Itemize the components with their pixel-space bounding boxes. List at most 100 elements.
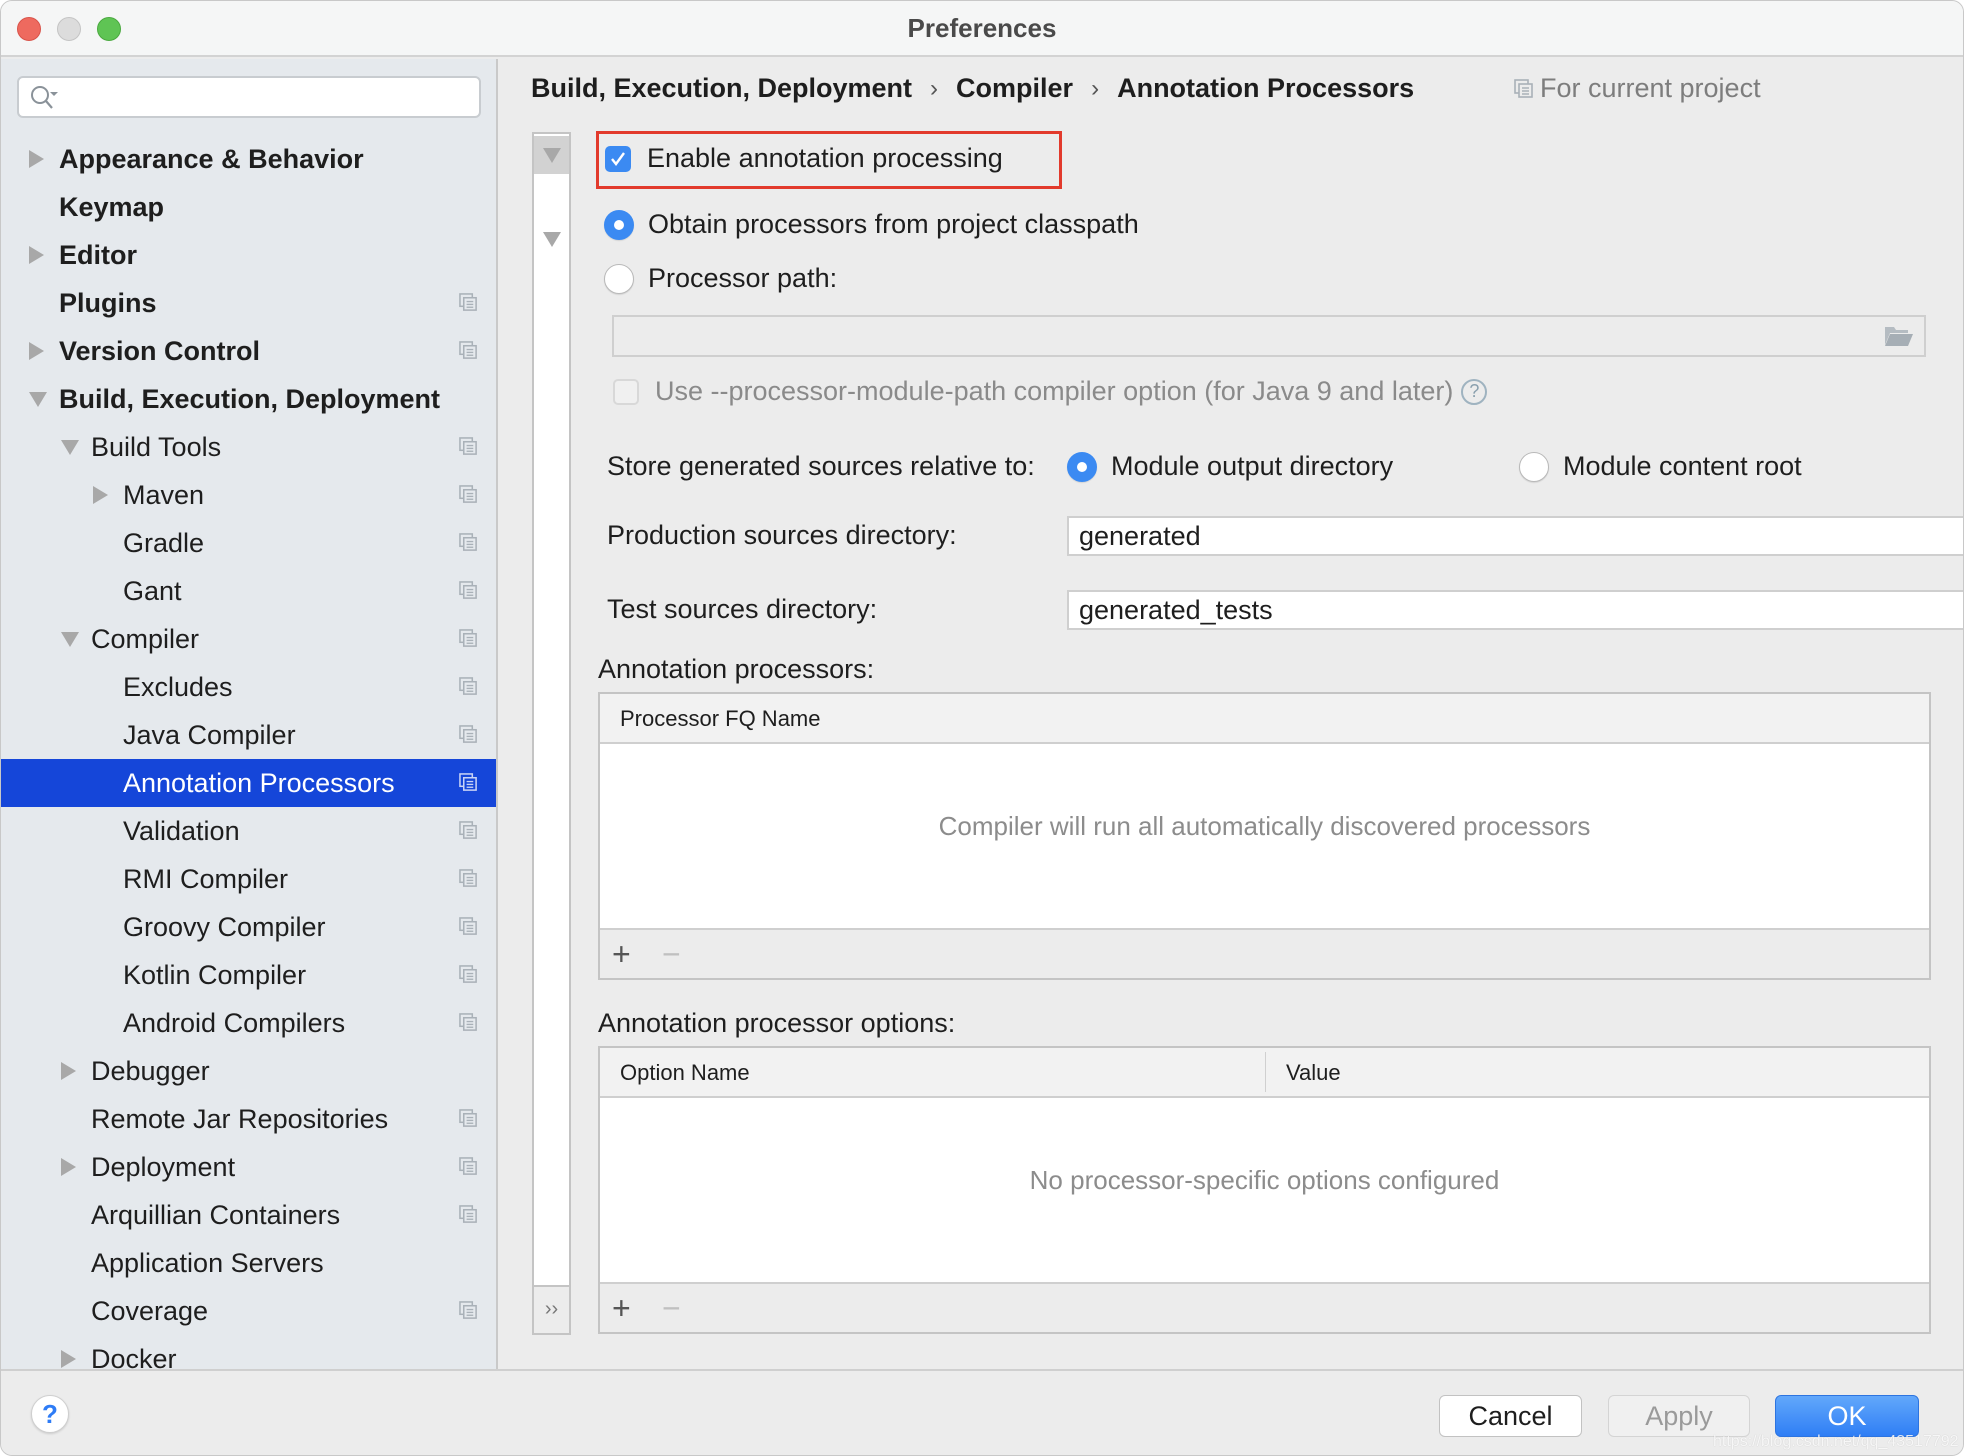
sidebar-item-editor[interactable]: Editor [1, 231, 496, 279]
processor-module-path-label: Use --processor-module-path compiler opt… [655, 376, 1454, 406]
sidebar-item-groovy-compiler[interactable]: Groovy Compiler [1, 903, 496, 951]
collapse-arrow-icon[interactable] [61, 632, 79, 647]
sidebar-item-build-tools[interactable]: Build Tools [1, 423, 496, 471]
sidebar-item-label: Android Compilers [123, 1007, 346, 1038]
collapse-arrow-icon[interactable] [61, 440, 79, 455]
sidebar-item-label: Validation [123, 815, 240, 846]
sidebar-item-label: Gradle [123, 527, 205, 558]
processor-path-field[interactable] [612, 315, 1926, 357]
sidebar-item-build-execution-deployment[interactable]: Build, Execution, Deployment [1, 375, 496, 423]
breadcrumb-item[interactable]: Build, Execution, Deployment [531, 73, 912, 104]
column-divider[interactable] [1265, 1052, 1266, 1092]
sidebar-item-arquillian-containers[interactable]: Arquillian Containers [1, 1191, 496, 1239]
column-header-option-name[interactable]: Option Name [620, 1060, 750, 1086]
production-sources-input[interactable]: generated [1067, 516, 1963, 556]
project-scope-icon [459, 725, 477, 743]
add-option-button[interactable]: + [612, 1292, 631, 1324]
test-sources-text: Test sources directory: [607, 594, 878, 624]
sidebar-item-coverage[interactable]: Coverage [1, 1287, 496, 1335]
sidebar-item-label: Application Servers [91, 1247, 324, 1278]
cancel-button[interactable]: Cancel [1439, 1395, 1582, 1437]
expand-arrow-icon[interactable] [93, 486, 108, 504]
table-toolbar: + − [600, 1282, 1929, 1332]
help-question-icon[interactable]: ? [1461, 378, 1488, 405]
expand-arrow-icon[interactable] [29, 342, 44, 360]
project-scope-icon [459, 1205, 477, 1223]
expand-arrow-icon[interactable] [61, 1158, 76, 1176]
processor-module-path-checkbox[interactable]: Use --processor-module-path compiler opt… [613, 376, 1488, 407]
obtain-from-classpath-radio[interactable]: Obtain processors from project classpath [604, 209, 1139, 240]
sidebar-item-kotlin-compiler[interactable]: Kotlin Compiler [1, 951, 496, 999]
sidebar-item-compiler[interactable]: Compiler [1, 615, 496, 663]
sidebar-item-annotation-processors[interactable]: Annotation Processors [1, 759, 496, 807]
project-scope-icon [459, 677, 477, 695]
sidebar-item-label: Build Tools [91, 431, 222, 462]
sidebar-item-gant[interactable]: Gant [1, 567, 496, 615]
project-scope-icon [459, 533, 477, 551]
sidebar-item-maven[interactable]: Maven [1, 471, 496, 519]
enable-annotation-processing-label: Enable annotation processing [647, 143, 1003, 173]
ok-button[interactable]: OK [1775, 1395, 1919, 1437]
browse-folder-icon[interactable] [1884, 325, 1914, 347]
project-scope-icon [459, 965, 477, 983]
settings-search-input[interactable] [17, 76, 481, 118]
apply-button[interactable]: Apply [1608, 1395, 1750, 1437]
table-header: Processor FQ Name [600, 694, 1929, 744]
production-sources-label: Production sources directory: [607, 520, 957, 551]
sidebar-item-label: Excludes [123, 671, 233, 702]
remove-option-button[interactable]: − [662, 1292, 681, 1324]
sidebar-item-version-control[interactable]: Version Control [1, 327, 496, 375]
remove-processor-button[interactable]: − [662, 938, 681, 970]
sidebar-item-label: Docker [91, 1343, 177, 1370]
sidebar-item-label: Build, Execution, Deployment [59, 383, 441, 414]
breadcrumb-item[interactable]: Compiler [956, 73, 1073, 104]
radio-selected-icon [1067, 451, 1097, 482]
sidebar-item-label: Coverage [91, 1295, 209, 1326]
expand-arrow-icon[interactable] [543, 232, 561, 247]
empty-table-message: Compiler will run all automatically disc… [938, 811, 1591, 841]
processor-path-radio[interactable]: Processor path: [604, 263, 837, 294]
sidebar-item-remote-jar-repositories[interactable]: Remote Jar Repositories [1, 1095, 496, 1143]
sidebar-item-label: Groovy Compiler [123, 911, 326, 942]
add-processor-button[interactable]: + [612, 938, 631, 970]
sidebar-item-gradle[interactable]: Gradle [1, 519, 496, 567]
expand-strip-button[interactable]: ›› [534, 1285, 569, 1333]
sidebar-item-deployment[interactable]: Deployment [1, 1143, 496, 1191]
breadcrumb-item: Annotation Processors [1117, 73, 1415, 103]
module-content-root-radio[interactable]: Module content root [1519, 451, 1802, 482]
project-scope-icon [459, 773, 477, 791]
sidebar-item-debugger[interactable]: Debugger [1, 1047, 496, 1095]
sidebar-item-appearance-behavior[interactable]: Appearance & Behavior [1, 135, 496, 183]
test-sources-input[interactable]: generated_tests [1067, 590, 1963, 630]
sidebar-item-label: Maven [123, 479, 205, 510]
expand-arrow-icon[interactable] [29, 150, 44, 168]
sidebar-item-excludes[interactable]: Excludes [1, 663, 496, 711]
column-header-value[interactable]: Value [1286, 1060, 1341, 1086]
module-output-directory-radio[interactable]: Module output directory [1067, 451, 1393, 482]
strip-header[interactable] [534, 134, 569, 174]
processor-options-text: Annotation processor options: [598, 1008, 956, 1038]
project-scope-icon [459, 437, 477, 455]
sidebar-item-application-servers[interactable]: Application Servers [1, 1239, 496, 1287]
sidebar-item-plugins[interactable]: Plugins [1, 279, 496, 327]
enable-annotation-processing-checkbox[interactable]: Enable annotation processing [605, 143, 1003, 174]
scope-label: For current project [1540, 73, 1761, 103]
sidebar-item-java-compiler[interactable]: Java Compiler [1, 711, 496, 759]
sidebar-item-validation[interactable]: Validation [1, 807, 496, 855]
project-scope-icon [459, 341, 477, 359]
annotation-processors-text: Annotation processors: [598, 654, 875, 684]
expand-arrow-icon[interactable] [29, 246, 44, 264]
sidebar-item-docker[interactable]: Docker [1, 1335, 496, 1370]
project-scope-icon [459, 917, 477, 935]
expand-arrow-icon[interactable] [61, 1350, 76, 1368]
window-title: Preferences [907, 13, 1057, 43]
sidebar-item-android-compilers[interactable]: Android Compilers [1, 999, 496, 1047]
help-button[interactable]: ? [31, 1395, 69, 1433]
sidebar-item-rmi-compiler[interactable]: RMI Compiler [1, 855, 496, 903]
column-header-processor-fq-name[interactable]: Processor FQ Name [620, 706, 821, 732]
sidebar-item-label: Keymap [59, 191, 165, 222]
sidebar-item-keymap[interactable]: Keymap [1, 183, 496, 231]
expand-arrow-icon[interactable] [61, 1062, 76, 1080]
settings-sidebar: Appearance & Behavior Keymap Editor Plugins… [1, 59, 498, 1369]
collapse-arrow-icon[interactable] [29, 392, 47, 407]
